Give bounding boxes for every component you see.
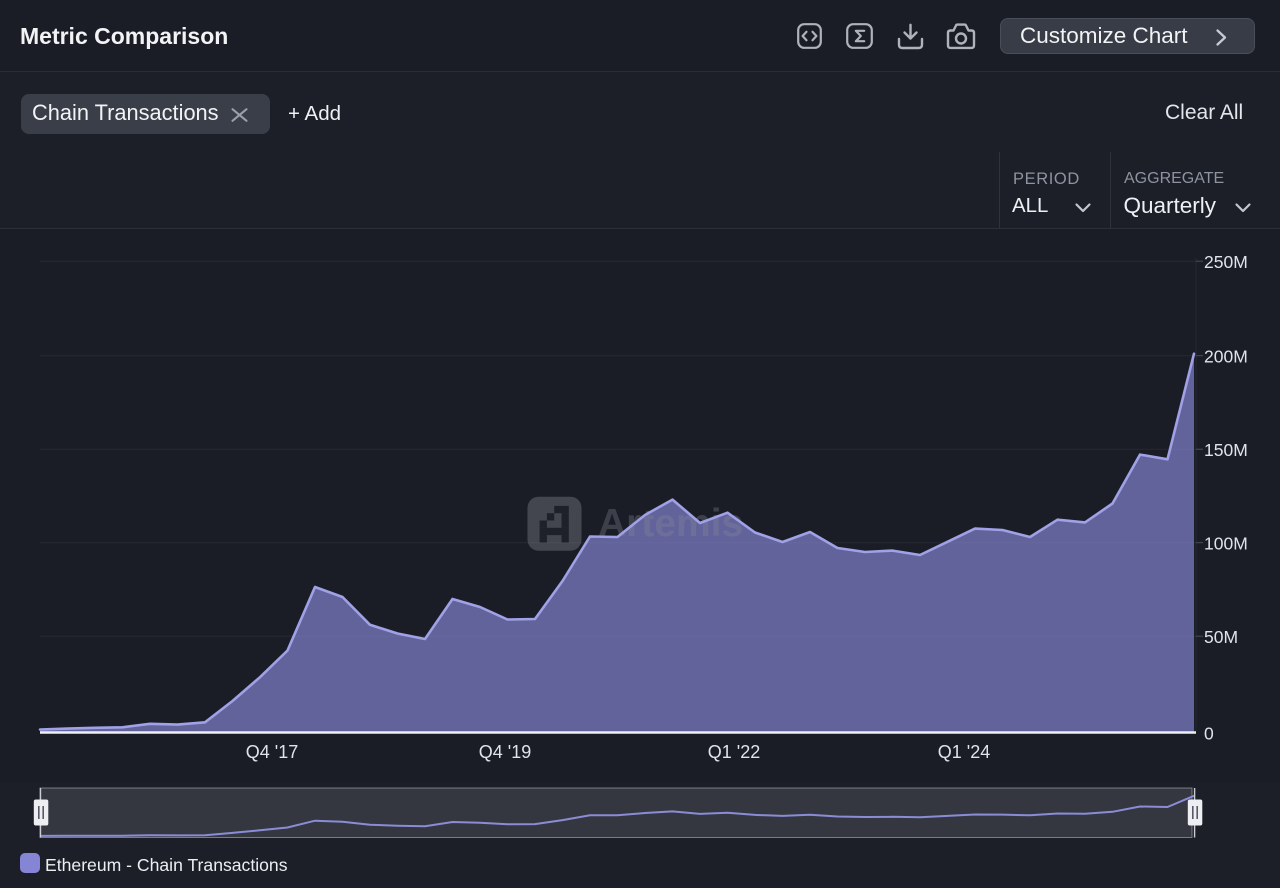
svg-text:Q4 '17: Q4 '17 xyxy=(246,742,298,762)
svg-text:200M: 200M xyxy=(1204,346,1248,366)
svg-text:100M: 100M xyxy=(1204,533,1248,553)
svg-text:Q4 '19: Q4 '19 xyxy=(479,742,531,762)
svg-text:250M: 250M xyxy=(1204,252,1248,272)
svg-text:0: 0 xyxy=(1204,724,1214,744)
svg-text:Artemis: Artemis xyxy=(598,502,743,545)
svg-text:150M: 150M xyxy=(1204,440,1248,460)
svg-text:50M: 50M xyxy=(1204,627,1238,647)
svg-text:Q1 '22: Q1 '22 xyxy=(708,742,760,762)
svg-text:Q1 '24: Q1 '24 xyxy=(938,742,990,762)
